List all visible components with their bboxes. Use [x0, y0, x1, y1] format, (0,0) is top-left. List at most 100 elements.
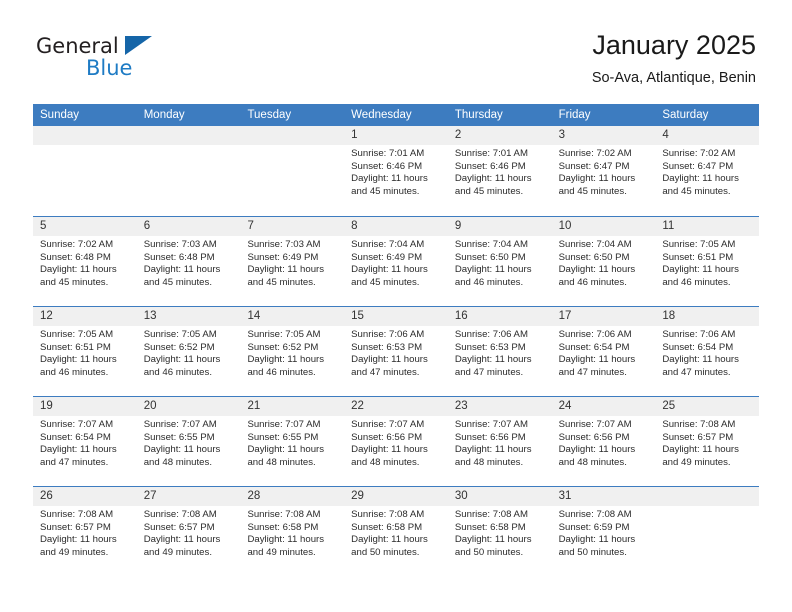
day-number: 25 [662, 400, 676, 412]
day-details: Sunrise: 7:01 AM Sunset: 6:46 PM Daylight:… [344, 145, 448, 198]
sunrise-text: Sunrise: 7:04 AM [454, 239, 528, 250]
sunrise-text: Sunrise: 7:02 AM [558, 148, 632, 159]
day-number-band: 4 [655, 126, 760, 145]
calendar-day-cell[interactable]: 11 Sunrise: 7:05 AM Sunset: 6:51 PM Dayligh… [655, 217, 760, 306]
day-number: 12 [40, 310, 53, 322]
day-number-band: 3 [551, 126, 656, 145]
day-number: 10 [558, 220, 572, 232]
page-title: January 2025 [592, 30, 756, 60]
calendar-day-cell[interactable]: 12 Sunrise: 7:05 AM Sunset: 6:51 PM Dayligh… [33, 307, 137, 396]
calendar-day-cell[interactable]: 26 Sunrise: 7:08 AM Sunset: 6:57 PM Dayligh… [33, 487, 137, 576]
calendar-day-cell[interactable]: 17 Sunrise: 7:06 AM Sunset: 6:54 PM Dayligh… [551, 307, 656, 396]
calendar-week-row: 5 Sunrise: 7:02 AM Sunset: 6:48 PM Daylight… [33, 216, 760, 306]
sunrise-text: Sunrise: 7:07 AM [40, 419, 114, 430]
daylight-text-line1: Daylight: 11 hours [247, 444, 325, 456]
day-number-band: 7 [240, 217, 345, 236]
day-number-band: 23 [447, 397, 552, 416]
day-details: Sunrise: 7:03 AM Sunset: 6:49 PM Daylight:… [240, 236, 344, 289]
calendar-day-cell[interactable]: 7 Sunrise: 7:03 AM Sunset: 6:49 PM Daylight… [240, 217, 345, 306]
calendar-page: General Blue January 2025 So-Ava, Atlant… [0, 0, 792, 612]
day-number: 6 [143, 220, 151, 232]
calendar-day-cell[interactable]: 20 Sunrise: 7:07 AM Sunset: 6:55 PM Dayligh… [136, 397, 241, 486]
calendar-day-cell[interactable]: 8 Sunrise: 7:04 AM Sunset: 6:49 PM Daylight… [344, 217, 448, 306]
daylight-text-line2: and 49 minutes. [662, 456, 731, 468]
sunrise-text: Sunrise: 7:04 AM [351, 239, 425, 250]
calendar-day-cell[interactable]: 18 Sunrise: 7:06 AM Sunset: 6:54 PM Dayligh… [655, 307, 760, 396]
day-details: Sunrise: 7:02 AM Sunset: 6:48 PM Daylight:… [33, 236, 137, 289]
calendar-day-cell[interactable]: 9 Sunrise: 7:04 AM Sunset: 6:50 PM Daylight… [447, 217, 552, 306]
weekday-header-monday: Monday [143, 109, 185, 121]
weekday-header-friday: Friday [558, 109, 591, 121]
calendar-day-cell[interactable]: 30 Sunrise: 7:08 AM Sunset: 6:58 PM Dayligh… [447, 487, 552, 576]
sunrise-text: Sunrise: 7:06 AM [662, 329, 736, 340]
weekday-header-thursday: Thursday [454, 109, 503, 121]
calendar-day-cell[interactable]: 2 Sunrise: 7:01 AM Sunset: 6:46 PM Daylight… [447, 126, 552, 216]
sunrise-text: Sunrise: 7:02 AM [40, 239, 114, 250]
sunrise-text: Sunrise: 7:01 AM [454, 148, 528, 159]
sunrise-text: Sunrise: 7:07 AM [558, 419, 632, 430]
sunrise-text: Sunrise: 7:07 AM [247, 419, 321, 430]
day-details: Sunrise: 7:05 AM Sunset: 6:52 PM Daylight:… [137, 326, 241, 379]
day-number-band: 10 [551, 217, 656, 236]
day-number: 4 [662, 129, 669, 141]
day-details: Sunrise: 7:07 AM Sunset: 6:56 PM Daylight:… [344, 416, 448, 469]
calendar-day-cell[interactable]: 6 Sunrise: 7:03 AM Sunset: 6:48 PM Daylight… [136, 217, 241, 306]
calendar-day-cell[interactable]: 10 Sunrise: 7:04 AM Sunset: 6:50 PM Dayligh… [551, 217, 656, 306]
sunrise-text: Sunrise: 7:06 AM [558, 329, 632, 340]
day-number: 30 [454, 490, 468, 502]
daylight-text-line1: Daylight: 11 hours [351, 173, 428, 185]
day-number: 26 [40, 490, 53, 502]
calendar-day-cell[interactable]: 24 Sunrise: 7:07 AM Sunset: 6:56 PM Dayligh… [551, 397, 656, 486]
calendar-day-cell[interactable]: 14 Sunrise: 7:05 AM Sunset: 6:52 PM Dayligh… [240, 307, 345, 396]
calendar-day-cell[interactable]: 29 Sunrise: 7:08 AM Sunset: 6:58 PM Dayligh… [344, 487, 448, 576]
calendar-day-cell[interactable]: 28 Sunrise: 7:08 AM Sunset: 6:58 PM Dayligh… [240, 487, 345, 576]
calendar-day-cell[interactable]: 21 Sunrise: 7:07 AM Sunset: 6:55 PM Dayligh… [240, 397, 345, 486]
brand-logo[interactable]: General Blue [36, 34, 236, 88]
daylight-text-line1: Daylight: 11 hours [662, 173, 739, 185]
calendar-day-cell[interactable]: 27 Sunrise: 7:08 AM Sunset: 6:57 PM Dayligh… [136, 487, 241, 576]
sunrise-text: Sunrise: 7:05 AM [40, 329, 114, 340]
day-number-band: 30 [447, 487, 552, 506]
sunrise-text: Sunrise: 7:03 AM [247, 239, 321, 250]
day-details: Sunrise: 7:06 AM Sunset: 6:53 PM Daylight:… [344, 326, 448, 379]
day-details: Sunrise: 7:07 AM Sunset: 6:55 PM Daylight:… [137, 416, 241, 469]
brand-name-general: General [36, 34, 119, 58]
sunrise-text: Sunrise: 7:03 AM [143, 239, 217, 250]
calendar-day-cell[interactable]: 4 Sunrise: 7:02 AM Sunset: 6:47 PM Daylight… [655, 126, 760, 216]
day-number-band [33, 126, 137, 145]
sunset-text: Sunset: 6:55 PM [247, 431, 319, 443]
calendar-day-cell[interactable]: 1 Sunrise: 7:01 AM Sunset: 6:46 PM Daylight… [344, 126, 448, 216]
calendar-day-cell[interactable]: 22 Sunrise: 7:07 AM Sunset: 6:56 PM Dayligh… [344, 397, 448, 486]
sunset-text: Sunset: 6:58 PM [454, 521, 526, 533]
calendar-day-cell[interactable]: 5 Sunrise: 7:02 AM Sunset: 6:48 PM Daylight… [33, 217, 137, 306]
calendar-day-cell[interactable]: 19 Sunrise: 7:07 AM Sunset: 6:54 PM Dayligh… [33, 397, 137, 486]
sunset-text: Sunset: 6:52 PM [247, 341, 319, 353]
calendar-day-cell[interactable]: 31 Sunrise: 7:08 AM Sunset: 6:59 PM Dayligh… [551, 487, 656, 576]
daylight-text-line2: and 48 minutes. [558, 456, 627, 468]
calendar-day-cell[interactable]: 25 Sunrise: 7:08 AM Sunset: 6:57 PM Dayligh… [655, 397, 760, 486]
sunset-text: Sunset: 6:48 PM [143, 251, 215, 263]
calendar-day-cell[interactable]: 13 Sunrise: 7:05 AM Sunset: 6:52 PM Dayligh… [136, 307, 241, 396]
calendar-day-cell[interactable]: 23 Sunrise: 7:07 AM Sunset: 6:56 PM Dayligh… [447, 397, 552, 486]
sunset-text: Sunset: 6:51 PM [40, 341, 111, 353]
day-number-band: 14 [240, 307, 345, 326]
weekday-header-row: Sunday Monday Tuesday Wednesday Thursday… [33, 104, 759, 126]
sunset-text: Sunset: 6:51 PM [662, 251, 734, 263]
day-details: Sunrise: 7:07 AM Sunset: 6:56 PM Daylight:… [552, 416, 656, 469]
daylight-text-line2: and 46 minutes. [558, 276, 627, 288]
calendar-day-cell[interactable]: 3 Sunrise: 7:02 AM Sunset: 6:47 PM Daylight… [551, 126, 656, 216]
day-number-band: 5 [33, 217, 137, 236]
calendar-day-cell[interactable]: 16 Sunrise: 7:06 AM Sunset: 6:53 PM Dayligh… [447, 307, 552, 396]
daylight-text-line2: and 46 minutes. [40, 366, 109, 378]
daylight-text-line1: Daylight: 11 hours [351, 444, 428, 456]
day-number-band: 24 [551, 397, 656, 416]
sunset-text: Sunset: 6:54 PM [662, 341, 734, 353]
daylight-text-line1: Daylight: 11 hours [454, 264, 532, 276]
calendar-day-cell[interactable]: 15 Sunrise: 7:06 AM Sunset: 6:53 PM Dayligh… [344, 307, 448, 396]
day-details: Sunrise: 7:07 AM Sunset: 6:54 PM Daylight:… [33, 416, 137, 469]
daylight-text-line2: and 45 minutes. [351, 276, 420, 288]
day-number: 28 [247, 490, 261, 502]
day-number-band: 19 [33, 397, 137, 416]
daylight-text-line2: and 46 minutes. [247, 366, 316, 378]
daylight-text-line2: and 46 minutes. [143, 366, 212, 378]
